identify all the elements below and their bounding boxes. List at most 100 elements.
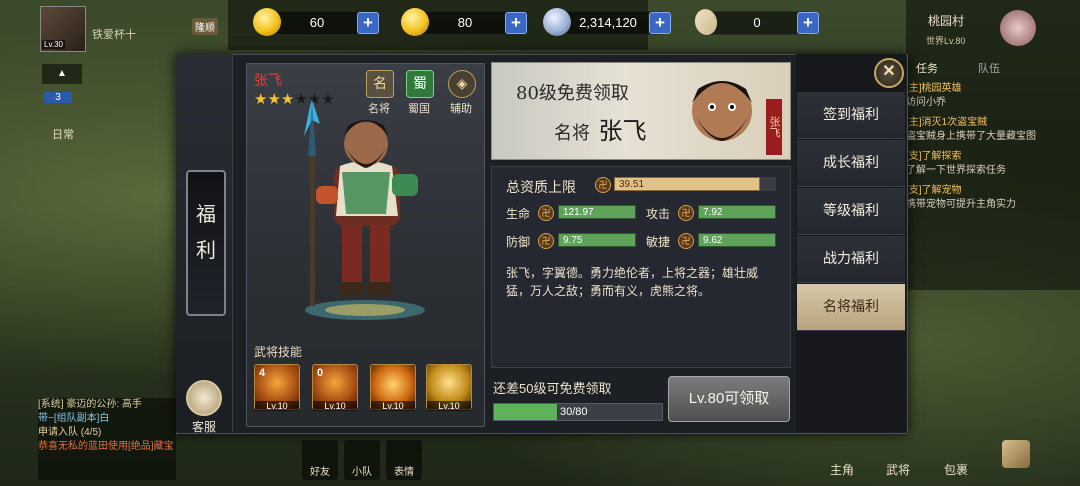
generals-button[interactable]: 武将 [878, 432, 918, 480]
total-aptitude-value: 39.51 [619, 179, 645, 190]
badge-role: ◈ 辅助 [448, 70, 476, 116]
quest-item[interactable]: [主]消灭1次盗宝贼 盗宝贼身上携带了大量藏宝图 [906, 116, 1076, 144]
add-ingot-button[interactable]: + [505, 12, 527, 34]
banner-portrait [692, 81, 752, 141]
customer-service-button[interactable]: 客服 [180, 378, 228, 434]
bag-label: 包裹 [943, 463, 968, 477]
defense-label: 防御 [506, 235, 531, 249]
agility-fill: 9.62 [698, 233, 776, 247]
hp-value: 121.97 [563, 207, 594, 218]
attack-icon: 卍 [678, 205, 694, 221]
chat-line: 恭喜无私的蓝田使用[绝品]藏宝 [38, 441, 174, 452]
badge-role-label: 辅助 [450, 103, 472, 115]
tab-quests[interactable]: 任务 [916, 60, 938, 76]
currency-gold: 60 + [253, 8, 379, 36]
agility-label: 敏捷 [646, 235, 671, 249]
defense-bar: 9.75 [558, 233, 636, 247]
customer-service-label: 客服 [191, 420, 216, 434]
quest-item[interactable]: [支]了解探索 了解一下世界探索任务 [906, 150, 1076, 178]
total-aptitude-fill: 39.51 [614, 177, 760, 191]
tab-team[interactable]: 队伍 [978, 60, 1000, 76]
bag-button[interactable]: 包裹 [936, 432, 976, 480]
progress-label: 还差50级可免费领取 [493, 381, 612, 396]
level-progress-text: 30/80 [560, 406, 588, 418]
quest-item[interactable]: [主]桃园英雄 访问小乔 [906, 82, 1076, 110]
add-scroll-button[interactable]: + [797, 12, 819, 34]
aptitude-icon: 卍 [595, 177, 611, 193]
quest-item[interactable]: [支]了解宠物 携带宠物可提升主角实力 [906, 184, 1076, 212]
expand-arrow-icon[interactable]: ▲ [42, 64, 82, 84]
hp-label: 生命 [506, 207, 531, 221]
daily-count: 3 [44, 92, 72, 103]
banner-line-2: 名将 张飞 [554, 111, 646, 146]
team-button[interactable]: 小队 [344, 440, 380, 480]
skill-1-level: Lv.10 [255, 401, 299, 411]
menu-famous-general-welfare[interactable]: 名将福利 [797, 284, 905, 331]
support-role-icon: ◈ [448, 70, 476, 98]
skill-1-number: 4 [259, 367, 266, 379]
defense-value: 9.75 [563, 235, 583, 246]
chat-line: [系统] 豪迈的公孙: 高手 [38, 399, 142, 410]
shu-faction-icon: 蜀 [406, 70, 434, 98]
claim-button[interactable]: Lv.80可领取 [668, 376, 790, 422]
skill-slot-3[interactable]: Lv.10 [370, 364, 416, 411]
currency-ingot: 80 + [401, 8, 527, 36]
famous-general-icon: 名 [366, 70, 394, 98]
quest-desc: 了解一下世界探索任务 [906, 165, 1006, 176]
ingot-amount: 80 [457, 15, 473, 30]
skill-slot-4[interactable]: Lv.10 [426, 364, 472, 411]
hero-menu-label: 主角 [829, 463, 854, 477]
quest-tag: [主]桃园英雄 [906, 83, 962, 94]
gold-ingot-icon [401, 8, 429, 36]
attack-fill: 7.92 [698, 205, 776, 219]
welfare-tab[interactable]: 福 利 [186, 170, 226, 316]
daily-label[interactable]: 日常 [52, 126, 74, 142]
close-button[interactable]: ✕ [874, 58, 904, 88]
emote-button[interactable]: 表情 [386, 440, 422, 480]
agility-icon: 卍 [678, 233, 694, 249]
quest-desc: 携带宠物可提升主角实力 [906, 199, 1016, 210]
more-menu-icon[interactable] [1002, 440, 1030, 468]
vip-badge[interactable]: 隆顺 [192, 18, 218, 35]
hero-portrait [304, 100, 425, 320]
close-icon: ✕ [882, 63, 896, 80]
skill-slot-1[interactable]: 4 Lv.10 [254, 364, 300, 411]
hero-menu-button[interactable]: 主角 [822, 432, 862, 480]
menu-signin-welfare[interactable]: 签到福利 [797, 92, 905, 139]
quest-desc: 访问小乔 [906, 97, 946, 108]
silver-coin-icon [543, 8, 571, 36]
banner-hero-name: 张飞 [598, 117, 647, 145]
friends-label: 好友 [310, 467, 330, 478]
reward-banner: 80级免费领取 名将 张飞 张飞 [491, 62, 791, 160]
menu-growth-welfare[interactable]: 成长福利 [797, 140, 905, 187]
emote-label: 表情 [394, 467, 414, 478]
quest-desc: 盗宝贼身上携带了大量藏宝图 [906, 131, 1036, 142]
player-name: 铁爱杯十 [92, 29, 136, 41]
add-silver-button[interactable]: + [649, 12, 671, 34]
menu-power-welfare[interactable]: 战力福利 [797, 236, 905, 283]
skill-slot-2[interactable]: 0 Lv.10 [312, 364, 358, 411]
agility-value: 9.62 [703, 235, 723, 246]
attack-bar: 7.92 [698, 205, 776, 219]
star-filled-icon: ★ [267, 91, 281, 108]
menu-level-welfare[interactable]: 等级福利 [797, 188, 905, 235]
minimap-avatar[interactable] [1000, 10, 1036, 46]
welfare-tab-char-1: 福 [196, 202, 216, 226]
hero-description: 张飞，字翼德。勇力绝伦者，上将之器；雄壮威猛，万人之敌；勇而有义，虎熊之将。 [506, 266, 759, 298]
chat-box[interactable]: [系统] 豪迈的公孙: 高手 带~[组队副本]白 申请入队 (4/5) 恭喜无私… [38, 398, 176, 480]
friends-button[interactable]: 好友 [302, 440, 338, 480]
total-aptitude-bar: 39.51 [614, 177, 776, 191]
defense-fill: 9.75 [558, 233, 636, 247]
star-filled-icon: ★ [254, 91, 268, 108]
skills-title: 武将技能 [254, 345, 303, 359]
add-gold-button[interactable]: + [357, 12, 379, 34]
level-progress-fill [494, 404, 557, 420]
team-label: 小队 [352, 467, 372, 478]
map-title: 桃园村 [928, 14, 965, 28]
chat-line: 带~[组队副本]白 [38, 413, 110, 424]
quest-list: [主]桃园英雄 访问小乔 [主]消灭1次盗宝贼 盗宝贼身上携带了大量藏宝图 [支… [906, 82, 1076, 212]
currency-scroll: 0 + [692, 6, 819, 38]
world-level: 世界Lv.80 [926, 36, 966, 46]
gold-amount: 60 [309, 15, 325, 30]
scroll-amount: 0 [753, 15, 761, 30]
